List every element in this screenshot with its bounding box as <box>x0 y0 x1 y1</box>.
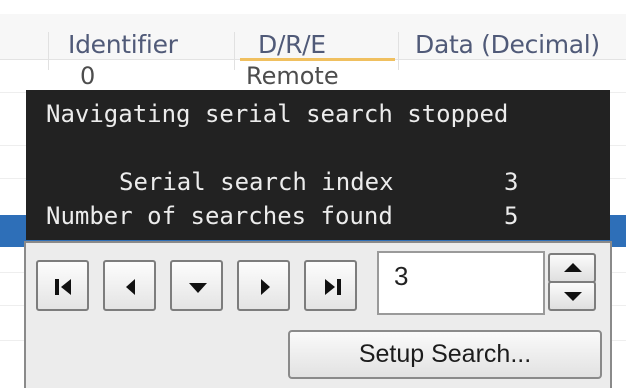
first-result-button[interactable] <box>36 260 89 311</box>
column-header-dre[interactable]: D/R/E <box>258 30 326 59</box>
spin-up-button[interactable] <box>548 253 596 283</box>
sort-indicator <box>240 58 395 61</box>
cell-identifier[interactable]: 0 <box>80 62 95 90</box>
cell-dre[interactable]: Remote <box>246 62 339 90</box>
column-separator[interactable] <box>48 32 49 70</box>
search-index-input[interactable]: 3 <box>377 251 545 315</box>
table-header: Identifier D/R/E Data (Decimal) <box>0 14 626 70</box>
triangle-down-icon <box>564 292 582 301</box>
skip-first-icon <box>55 279 71 295</box>
skip-last-icon <box>325 279 341 295</box>
last-result-button[interactable] <box>304 260 357 311</box>
column-header-data-decimal[interactable]: Data (Decimal) <box>415 30 600 59</box>
search-navigator-panel: 3 Setup Search... <box>24 241 612 388</box>
serial-search-index-value: 3 <box>504 168 519 196</box>
searches-found-value: 5 <box>504 202 519 230</box>
down-icon <box>189 283 207 293</box>
status-title: Navigating serial search stopped <box>46 100 509 128</box>
next-result-button[interactable] <box>237 260 290 311</box>
next-icon <box>261 279 270 295</box>
triangle-up-icon <box>564 263 582 272</box>
column-header-identifier[interactable]: Identifier <box>68 30 178 59</box>
serial-search-index-label: Serial search index <box>119 168 394 196</box>
previous-result-button[interactable] <box>103 260 156 311</box>
table-top-strip <box>0 0 626 14</box>
spin-down-button[interactable] <box>548 281 596 311</box>
column-separator[interactable] <box>234 32 235 70</box>
column-separator[interactable] <box>398 32 399 70</box>
previous-icon <box>126 279 135 295</box>
searches-found-label: Number of searches found <box>46 202 393 230</box>
setup-search-button[interactable]: Setup Search... <box>288 330 602 379</box>
down-button[interactable] <box>170 260 223 311</box>
search-status-panel: Navigating serial search stopped Serial … <box>26 90 610 240</box>
